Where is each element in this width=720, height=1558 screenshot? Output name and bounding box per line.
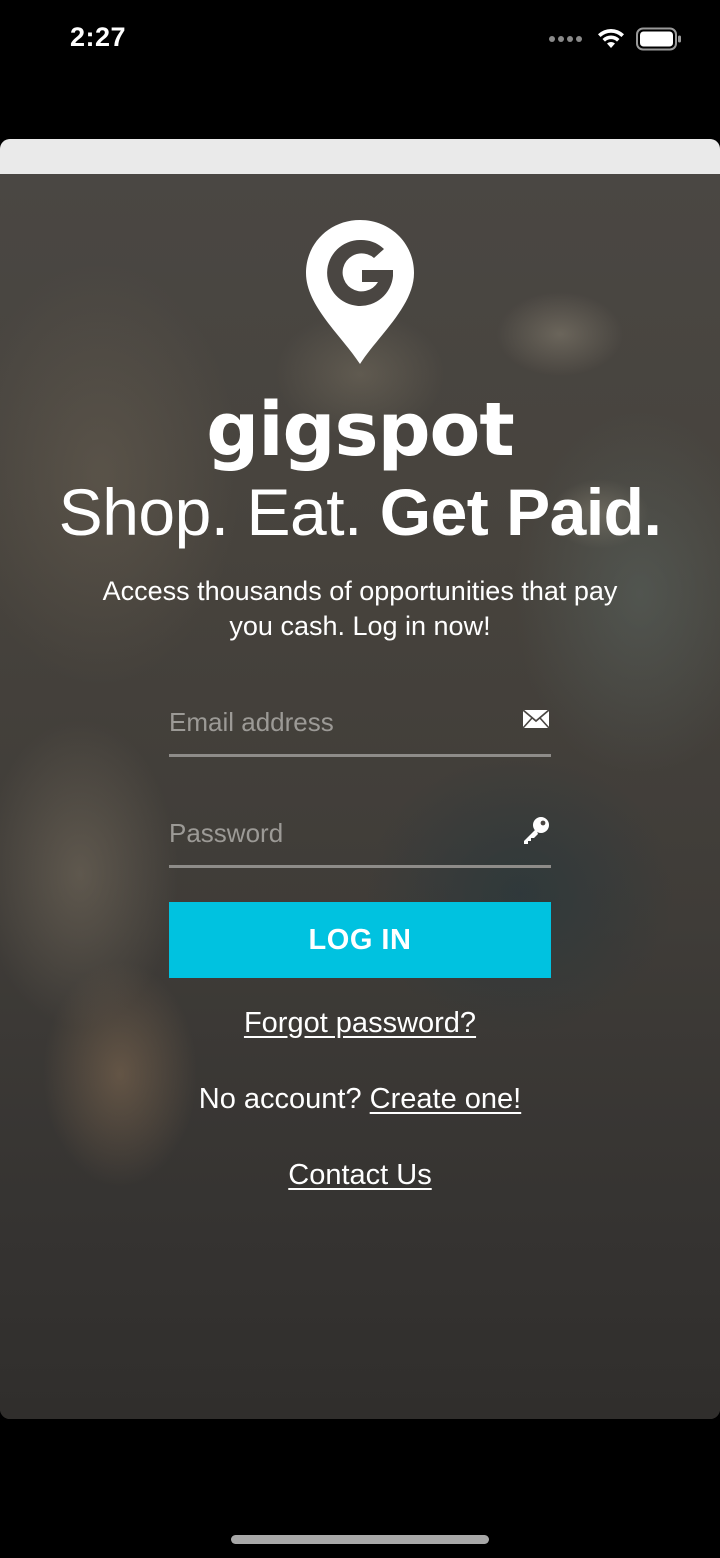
forgot-password-row: Forgot password? xyxy=(0,1007,720,1040)
home-indicator[interactable] xyxy=(231,1535,489,1544)
brand-name: gigspot xyxy=(206,387,515,473)
email-field xyxy=(169,694,551,757)
battery-icon xyxy=(636,27,681,51)
email-input[interactable] xyxy=(169,694,499,750)
status-bar: 2:27 xyxy=(0,0,720,80)
contact-us-row: Contact Us xyxy=(0,1159,720,1192)
contact-us-link[interactable]: Contact Us xyxy=(288,1159,431,1191)
no-account-text: No account? xyxy=(198,1083,370,1115)
login-button[interactable]: LOG IN xyxy=(169,902,551,978)
gigspot-logo-pin-icon xyxy=(306,220,414,364)
wifi-icon xyxy=(598,28,624,48)
login-card: gigspot Shop. Eat. Get Paid. Access thou… xyxy=(0,139,720,1419)
subtitle: Access thousands of opportunities that p… xyxy=(102,576,618,641)
create-account-link[interactable]: Create one! xyxy=(370,1083,522,1115)
password-field xyxy=(169,805,551,868)
no-account-row: No account? Create one! xyxy=(0,1083,720,1116)
status-icons xyxy=(549,26,682,52)
card-header-bar xyxy=(0,139,720,174)
envelope-icon xyxy=(522,709,550,729)
headline: Shop. Eat. Get Paid. xyxy=(0,474,720,550)
key-icon xyxy=(524,817,549,844)
status-time: 2:27 xyxy=(70,22,127,52)
cellular-signal-icon xyxy=(549,36,582,42)
app-screen: 2:27 gigspot Shop. Eat. Get Paid. Access… xyxy=(0,0,720,1558)
headline-bold: Get Paid. xyxy=(379,475,662,549)
password-input[interactable] xyxy=(169,805,499,861)
forgot-password-link[interactable]: Forgot password? xyxy=(244,1007,476,1039)
headline-regular: Shop. Eat. xyxy=(58,475,380,549)
